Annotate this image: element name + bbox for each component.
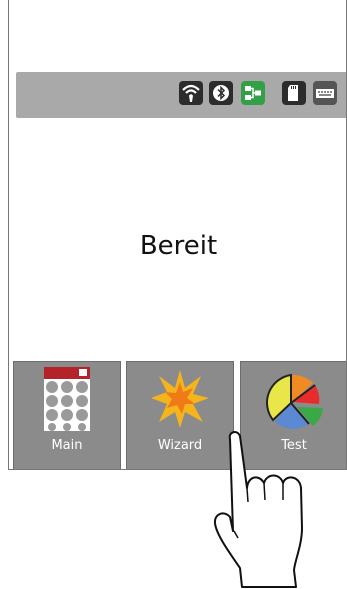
status-text: Bereit <box>139 231 218 261</box>
wizard-burst-icon <box>149 368 211 434</box>
status-bar <box>16 72 346 118</box>
pointing-hand-icon <box>213 431 303 588</box>
main-grid-icon <box>43 366 91 436</box>
ethernet-icon <box>241 81 265 105</box>
tab-main-label: Main <box>51 438 83 453</box>
sd-card-icon <box>282 81 306 105</box>
wifi-icon <box>179 81 203 105</box>
printer-screen: Bereit Main Wizard Test <box>8 0 347 470</box>
keyboard-icon <box>313 81 337 105</box>
bluetooth-icon <box>209 81 233 105</box>
tab-main[interactable]: Main <box>13 361 121 469</box>
